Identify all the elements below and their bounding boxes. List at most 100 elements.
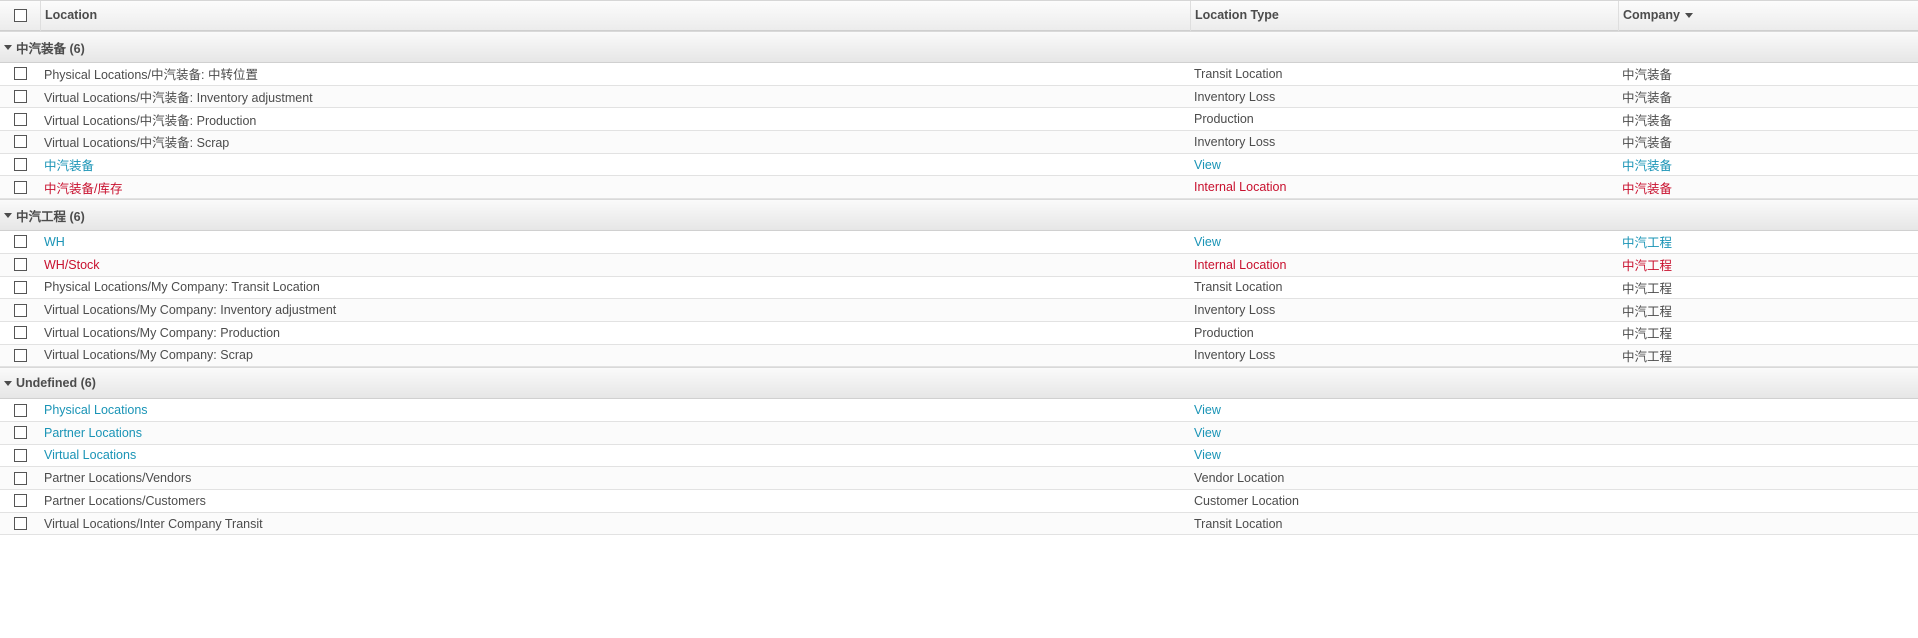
company-cell[interactable]: 中汽装备 (1618, 178, 1918, 197)
row-checkbox[interactable] (13, 135, 27, 149)
row-select-cell (0, 403, 40, 417)
location-cell[interactable]: Virtual Locations/中汽装备: Scrap (40, 132, 1190, 151)
row-checkbox[interactable] (13, 258, 27, 272)
table-row[interactable]: Virtual Locations/中汽装备: Inventory adjust… (0, 85, 1918, 109)
select-all-checkbox[interactable] (13, 9, 27, 22)
company-cell[interactable]: 中汽工程 (1618, 301, 1918, 320)
row-checkbox[interactable] (13, 158, 27, 172)
location-type-cell[interactable]: Internal Location (1190, 258, 1618, 272)
row-select-cell (0, 90, 40, 104)
row-select-cell (0, 348, 40, 362)
group-header[interactable]: 中汽工程 (6) (0, 199, 1918, 232)
table-row[interactable]: Partner Locations/Customers Customer Loca… (0, 490, 1918, 513)
location-cell[interactable]: Virtual Locations/Inter Company Transit (40, 517, 1190, 531)
table-row[interactable]: 中汽装备 View 中汽装备 (0, 153, 1918, 177)
table-row[interactable]: Virtual Locations/My Company: Scrap Inven… (0, 344, 1918, 368)
location-cell[interactable]: Virtual Locations (40, 448, 1190, 462)
location-cell[interactable]: Virtual Locations/My Company: Scrap (40, 348, 1190, 362)
location-type-cell[interactable]: Transit Location (1190, 280, 1618, 294)
table-row[interactable]: Physical Locations/My Company: Transit L… (0, 276, 1918, 300)
table-row[interactable]: WH View 中汽工程 (0, 231, 1918, 254)
row-checkbox[interactable] (13, 348, 27, 362)
row-checkbox[interactable] (13, 112, 27, 126)
location-type-cell[interactable]: Customer Location (1190, 494, 1618, 508)
group-header-label: 中汽工程 (6) (16, 209, 85, 224)
location-type-cell[interactable]: Production (1190, 326, 1618, 340)
location-cell[interactable]: 中汽装备 (40, 155, 1190, 174)
row-checkbox[interactable] (13, 326, 27, 340)
row-checkbox[interactable] (13, 494, 27, 508)
location-type-cell[interactable]: View (1190, 403, 1618, 417)
row-checkbox[interactable] (13, 403, 27, 417)
table-row[interactable]: Virtual Locations/Inter Company Transit T… (0, 512, 1918, 536)
company-cell[interactable]: 中汽工程 (1618, 323, 1918, 342)
location-cell[interactable]: 中汽装备/库存 (40, 178, 1190, 197)
row-checkbox[interactable] (13, 517, 27, 531)
location-type-cell[interactable]: Inventory Loss (1190, 135, 1618, 149)
company-cell[interactable]: 中汽装备 (1618, 155, 1918, 174)
location-cell[interactable]: Virtual Locations/My Company: Inventory … (40, 303, 1190, 317)
column-header-company-label: Company (1623, 7, 1680, 22)
table-row[interactable]: Physical Locations View (0, 399, 1918, 422)
location-cell[interactable]: Virtual Locations/中汽装备: Production (40, 110, 1190, 129)
row-checkbox[interactable] (13, 471, 27, 485)
table-row[interactable]: Virtual Locations/中汽装备: Production Produc… (0, 108, 1918, 132)
location-type-cell[interactable]: Inventory Loss (1190, 90, 1618, 104)
location-type-cell[interactable]: Inventory Loss (1190, 303, 1618, 317)
table-row[interactable]: Virtual Locations/My Company: Inventory … (0, 299, 1918, 322)
column-header-location[interactable]: Location (40, 0, 1190, 31)
table-row[interactable]: Virtual Locations/中汽装备: Scrap Inventory L… (0, 131, 1918, 154)
column-header-location-type[interactable]: Location Type (1190, 0, 1618, 31)
location-cell[interactable]: Physical Locations (40, 403, 1190, 417)
location-cell[interactable]: WH/Stock (40, 258, 1190, 272)
location-type-cell[interactable]: Transit Location (1190, 517, 1618, 531)
location-cell[interactable]: WH (40, 235, 1190, 249)
location-cell[interactable]: Partner Locations (40, 426, 1190, 440)
row-checkbox[interactable] (13, 426, 27, 440)
location-type-cell[interactable]: Transit Location (1190, 67, 1618, 81)
company-cell[interactable]: 中汽装备 (1618, 87, 1918, 106)
row-checkbox[interactable] (13, 90, 27, 104)
table-row[interactable]: Virtual Locations/My Company: Production… (0, 321, 1918, 345)
location-type-cell[interactable]: View (1190, 235, 1618, 249)
row-select-cell (0, 448, 40, 462)
row-checkbox[interactable] (13, 280, 27, 294)
table-row[interactable]: Partner Locations View (0, 421, 1918, 445)
location-cell[interactable]: Physical Locations/中汽装备: 中转位置 (40, 64, 1190, 83)
caret-down-icon (4, 44, 12, 50)
group-header[interactable]: 中汽装备 (6) (0, 31, 1918, 63)
company-cell[interactable]: 中汽工程 (1618, 278, 1918, 297)
row-checkbox[interactable] (13, 180, 27, 194)
location-type-cell[interactable]: View (1190, 448, 1618, 462)
column-header-company[interactable]: Company (1618, 0, 1918, 31)
location-cell[interactable]: Virtual Locations/My Company: Production (40, 326, 1190, 340)
company-cell[interactable]: 中汽装备 (1618, 132, 1918, 151)
location-type-cell[interactable]: Inventory Loss (1190, 348, 1618, 362)
table-row[interactable]: WH/Stock Internal Location 中汽工程 (0, 253, 1918, 277)
row-select-cell (0, 67, 40, 81)
location-cell[interactable]: Physical Locations/My Company: Transit L… (40, 280, 1190, 294)
row-checkbox[interactable] (13, 235, 27, 249)
group-header[interactable]: Undefined (6) (0, 367, 1918, 400)
company-cell[interactable]: 中汽工程 (1618, 346, 1918, 365)
table-row[interactable]: 中汽装备/库存 Internal Location 中汽装备 (0, 176, 1918, 200)
location-cell[interactable]: Virtual Locations/中汽装备: Inventory adjust… (40, 87, 1190, 106)
row-checkbox[interactable] (13, 67, 27, 81)
row-checkbox[interactable] (13, 303, 27, 317)
company-cell[interactable]: 中汽装备 (1618, 64, 1918, 83)
location-type-cell[interactable]: View (1190, 158, 1618, 172)
table-row[interactable]: Virtual Locations View (0, 444, 1918, 468)
group-header-label: Undefined (6) (16, 376, 96, 391)
location-type-cell[interactable]: Vendor Location (1190, 471, 1618, 485)
company-cell[interactable]: 中汽工程 (1618, 255, 1918, 274)
company-cell[interactable]: 中汽装备 (1618, 110, 1918, 129)
location-cell[interactable]: Partner Locations/Vendors (40, 471, 1190, 485)
location-type-cell[interactable]: Internal Location (1190, 180, 1618, 194)
table-row[interactable]: Physical Locations/中汽装备: 中转位置 Transit Loc… (0, 63, 1918, 86)
location-cell[interactable]: Partner Locations/Customers (40, 494, 1190, 508)
row-checkbox[interactable] (13, 448, 27, 462)
location-type-cell[interactable]: View (1190, 426, 1618, 440)
location-type-cell[interactable]: Production (1190, 112, 1618, 126)
table-row[interactable]: Partner Locations/Vendors Vendor Location (0, 467, 1918, 490)
company-cell[interactable]: 中汽工程 (1618, 232, 1918, 251)
